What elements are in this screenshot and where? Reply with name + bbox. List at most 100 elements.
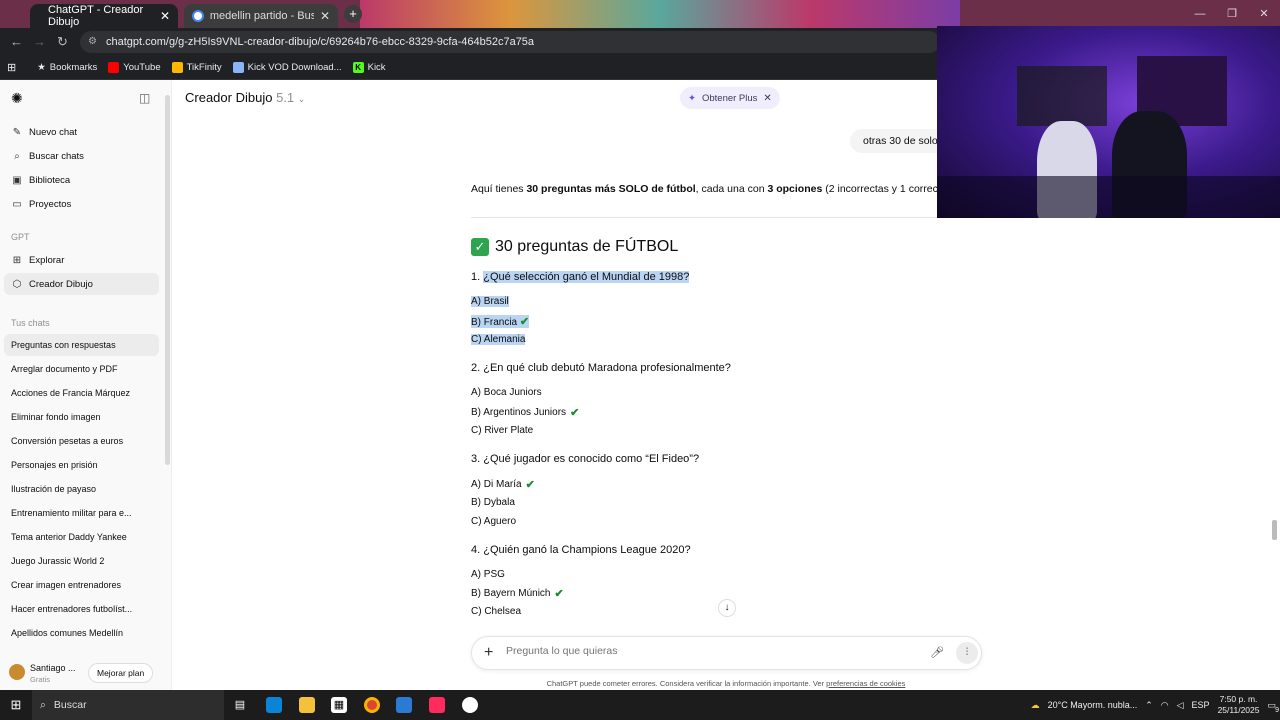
option-correct: B) Bayern Múnich ✔ [471, 588, 564, 600]
youtube-icon [108, 62, 120, 73]
sidebar-scrollbar[interactable] [165, 95, 170, 465]
chevron-up-icon[interactable]: ⌃ [1145, 700, 1153, 711]
notification-icon[interactable]: ▭ 9 [1267, 700, 1279, 714]
chevron-down-icon: ⌄ [297, 94, 306, 104]
webcam-overlay [937, 26, 1280, 218]
star-icon: ★ [37, 62, 46, 73]
arrow-down-icon: ↓ [724, 602, 730, 613]
check-icon: ✔ [519, 316, 530, 328]
wifi-icon[interactable]: ◠ [1161, 700, 1169, 711]
store-icon[interactable]: ▦ [331, 697, 347, 713]
close-icon[interactable]: ✕ [763, 93, 771, 104]
openai-logo-icon[interactable]: ✺ [11, 90, 23, 107]
plus-icon[interactable]: + [484, 644, 493, 662]
scroll-down-button[interactable]: ↓ [718, 599, 736, 617]
close-tab-icon[interactable]: ✕ [320, 9, 330, 23]
site-info-icon[interactable]: ⚙ [88, 31, 97, 53]
tab-google-search[interactable]: medellin partido - Buscar con G ✕ [184, 4, 338, 28]
back-icon[interactable]: ← [10, 34, 23, 49]
prompt-input[interactable] [506, 645, 906, 657]
upgrade-plan-button[interactable]: Mejorar plan [88, 663, 154, 683]
sidebar-item-new-chat[interactable]: ✎ Nuevo chat [4, 121, 159, 143]
bookmark-youtube[interactable]: YouTube [108, 62, 161, 73]
chrome-icon[interactable] [364, 697, 380, 713]
model-name: Creador Dibujo [185, 90, 273, 105]
notification-count: 9 [1275, 706, 1279, 714]
apps-icon[interactable]: ⊞ [7, 61, 16, 74]
windows-start-icon[interactable]: ⊞ [8, 697, 24, 713]
tiktok-icon[interactable] [429, 697, 445, 713]
sparkle-icon: ✦ [688, 92, 696, 104]
background-art [360, 0, 960, 28]
main-scrollbar[interactable] [1272, 520, 1277, 540]
maximize-icon[interactable]: ❐ [1216, 0, 1248, 28]
user-profile[interactable]: Santiago ... Gratis Mejorar plan [0, 656, 172, 690]
chat-item[interactable]: Preguntas con respuestas [4, 334, 159, 356]
sidebar-item-library[interactable]: ▣ Biblioteca [4, 169, 159, 191]
cookie-preferences-link[interactable]: preferencias de cookies [826, 679, 905, 688]
search-icon: ⌕ [40, 698, 46, 711]
chat-item[interactable]: Crear imagen entrenadores [4, 574, 159, 596]
close-window-icon[interactable]: ✕ [1248, 0, 1280, 28]
taskbar: ⊞ ⌕ Buscar ▤ ▦ ☁ 20°C Mayorm. nubla... ⌃… [0, 690, 1280, 720]
chat-item[interactable]: Arreglar documento y PDF [4, 358, 159, 380]
option-correct: B) Francia ✔ [471, 315, 530, 328]
question-4: 4. ¿Quién ganó la Champions League 2020? [471, 544, 691, 556]
chat-item[interactable]: Entrenamiento militar para e... [4, 502, 159, 524]
window-controls: — ❐ ✕ [1184, 0, 1280, 28]
system-tray: ☁ 20°C Mayorm. nubla... ⌃ ◠ ◁ ESP 7:50 p… [1030, 690, 1279, 720]
kick-vod-icon [232, 62, 244, 73]
chat-item[interactable]: Hacer entrenadores futbolíst... [4, 598, 159, 620]
bookmark-kick[interactable]: K Kick [352, 62, 386, 73]
sidebar-item-explore[interactable]: ⊞ Explorar [4, 249, 159, 271]
get-plus-button[interactable]: ✦ Obtener Plus ✕ [680, 87, 780, 109]
minimize-icon[interactable]: — [1184, 0, 1216, 28]
question-3: 3. ¿Qué jugador es conocido como “El Fid… [471, 453, 700, 465]
chat-item[interactable]: Conversión pesetas a euros [4, 430, 159, 452]
grid-icon: ⊞ [12, 254, 22, 266]
sidebar-item-creador-dibujo[interactable]: ⬡ Creador Dibujo [4, 273, 159, 295]
vscode-icon[interactable] [396, 697, 412, 713]
tab-chatgpt[interactable]: ChatGPT - Creador Dibujo ✕ [30, 4, 178, 28]
edge-icon[interactable] [266, 697, 282, 713]
chat-item[interactable]: Ilustración de payaso [4, 478, 159, 500]
question-2: 2. ¿En qué club debutó Maradona profesio… [471, 362, 731, 374]
language-indicator[interactable]: ESP [1192, 700, 1210, 710]
chat-item[interactable]: Juego Jurassic World 2 [4, 550, 159, 572]
taskbar-search[interactable]: ⌕ Buscar [32, 690, 224, 720]
sidebar-item-search-chats[interactable]: ⌕ Buscar chats [4, 145, 159, 167]
new-tab-button[interactable]: + [344, 5, 362, 23]
microphone-icon[interactable]: 🎤︎ [930, 646, 944, 659]
close-tab-icon[interactable]: ✕ [160, 9, 170, 23]
bookmark-bookmarks[interactable]: ★ Bookmarks [37, 62, 97, 73]
option: C) Aguero [471, 516, 517, 527]
google-icon [192, 10, 204, 22]
weather-icon: ☁ [1030, 699, 1040, 710]
reload-icon[interactable]: ↻ [57, 34, 68, 50]
chatgpt-app-icon[interactable] [462, 697, 478, 713]
clock[interactable]: 7:50 p. m. 25/11/2025 [1218, 694, 1260, 716]
bookmark-kick-vod[interactable]: Kick VOD Download... [232, 62, 342, 73]
chat-item[interactable]: Apellidos comunes Medellín [4, 622, 159, 644]
chats-heading: Tus chats [11, 318, 50, 328]
file-explorer-icon[interactable] [299, 697, 315, 713]
gpt-heading: GPT [11, 232, 30, 242]
sidebar-item-projects[interactable]: ▭ Proyectos [4, 193, 159, 215]
user-plan: Gratis [30, 675, 51, 684]
get-plus-label: Obtener Plus [701, 92, 758, 104]
user-message-bubble: otras 30 de solo [850, 129, 950, 153]
forward-icon[interactable]: → [33, 34, 46, 49]
sidebar-toggle-icon[interactable]: ◫ [139, 91, 150, 105]
voice-mode-button[interactable]: ⫶ [956, 642, 978, 664]
model-selector[interactable]: Creador Dibujo 5.1 ⌄ [185, 90, 305, 105]
chat-item[interactable]: Eliminar fondo imagen [4, 406, 159, 428]
url-input[interactable]: ⚙ chatgpt.com/g/g-zH5Is9VNL-creador-dibu… [80, 31, 940, 53]
task-view-icon[interactable]: ▤ [232, 697, 248, 713]
chat-item[interactable]: Tema anterior Daddy Yankee [4, 526, 159, 548]
weather-text[interactable]: 20°C Mayorm. nubla... [1048, 700, 1138, 710]
chat-item[interactable]: Personajes en prisión [4, 454, 159, 476]
bookmark-tikfinity[interactable]: TikFinity [171, 62, 222, 73]
chat-item[interactable]: Acciones de Francia Márquez [4, 382, 159, 404]
volume-icon[interactable]: ◁ [1177, 700, 1184, 711]
check-icon: ✔ [525, 479, 535, 491]
